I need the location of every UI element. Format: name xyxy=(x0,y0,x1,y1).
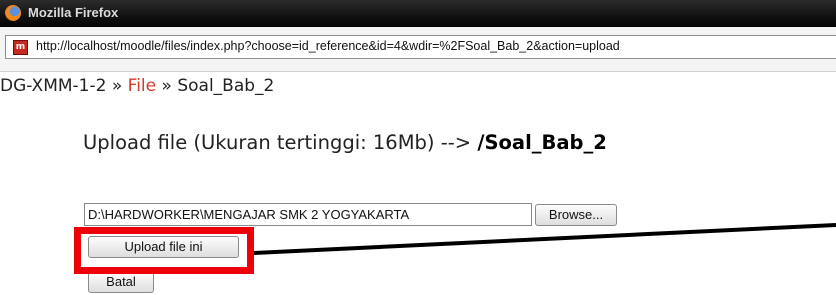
upload-heading-text: Upload file (Ukuran tertinggi: 16Mb) --> xyxy=(83,131,478,154)
breadcrumb-files-link[interactable]: File xyxy=(128,76,156,96)
breadcrumb-course[interactable]: DG-XMM-1-2 xyxy=(0,76,106,96)
breadcrumb-separator: » xyxy=(156,76,178,96)
breadcrumb-current-folder: Soal_Bab_2 xyxy=(177,76,275,96)
breadcrumb: DG-XMM-1-2 » File » Soal_Bab_2 xyxy=(0,76,274,96)
upload-target-path: /Soal_Bab_2 xyxy=(477,131,607,154)
window-title: Mozilla Firefox xyxy=(28,5,119,20)
file-path-input[interactable]: D:\HARDWORKER\MENGAJAR SMK 2 YOGYAKARTA xyxy=(84,203,532,226)
url-bar[interactable]: m http://localhost/moodle/files/index.ph… xyxy=(5,35,836,59)
browse-button[interactable]: Browse... xyxy=(535,204,617,226)
moodle-favicon-icon: m xyxy=(13,40,28,55)
breadcrumb-separator: » xyxy=(106,76,128,96)
navigation-toolbar: m http://localhost/moodle/files/index.ph… xyxy=(0,27,836,72)
window-titlebar: Mozilla Firefox xyxy=(0,0,836,27)
upload-heading: Upload file (Ukuran tertinggi: 16Mb) -->… xyxy=(83,131,607,154)
firefox-icon xyxy=(5,5,21,21)
cancel-button[interactable]: Batal xyxy=(88,271,154,293)
url-text[interactable]: http://localhost/moodle/files/index.php?… xyxy=(36,39,620,53)
upload-file-button[interactable]: Upload file ini xyxy=(88,236,239,258)
